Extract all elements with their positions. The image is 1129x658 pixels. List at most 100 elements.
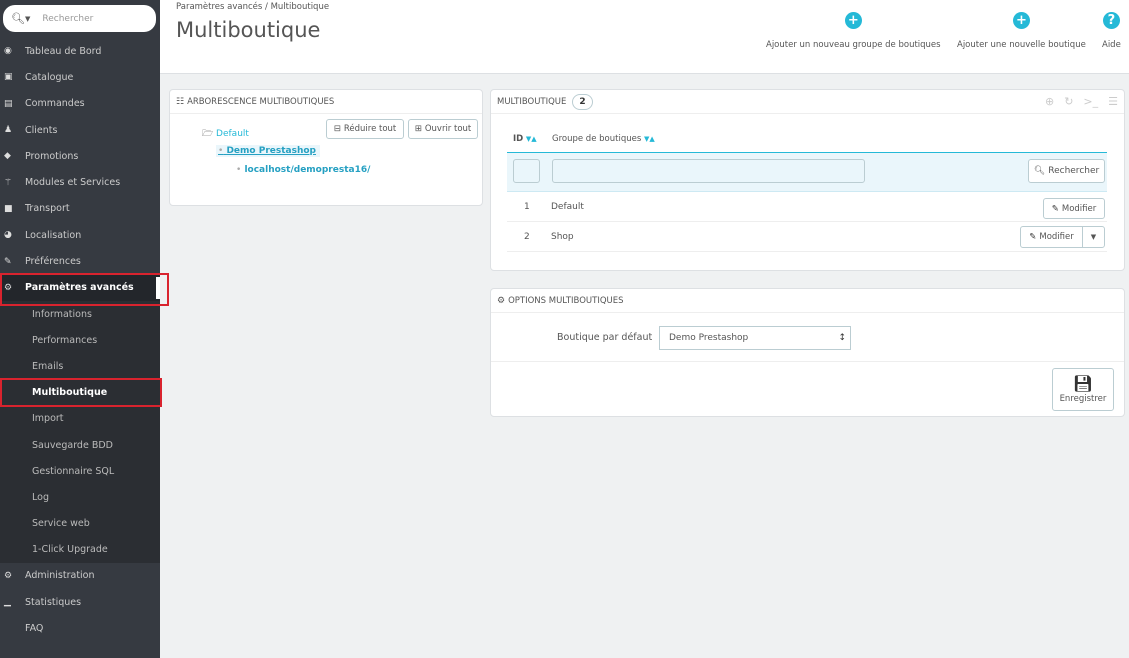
sidebar-item-localization[interactable]: ◕ Localisation: [0, 222, 160, 248]
pencil-icon: ✎: [1051, 203, 1059, 214]
sidebar-item-administration[interactable]: ⚙ Administration: [0, 563, 160, 589]
highlight-advanced-parameters: [0, 273, 169, 306]
help-button[interactable]: ? Aide: [1102, 12, 1121, 50]
sort-arrows-icon[interactable]: ▼▲: [526, 135, 537, 143]
tree-node-shop[interactable]: • Demo Prestashop: [216, 145, 320, 157]
table-row: 1 Default: [507, 192, 1107, 222]
sidebar-item-label: Modules et Services: [25, 177, 121, 189]
caret-down-icon[interactable]: ▼: [25, 15, 30, 23]
sidebar-submenu: Informations Performances Emails Multibo…: [0, 300, 160, 563]
add-shop-label: Ajouter une nouvelle boutique: [957, 40, 1086, 50]
panel-title: OPTIONS MULTIBOUTIQUES: [508, 295, 624, 306]
promotions-icon: ◆: [4, 151, 11, 162]
page-header: Paramètres avancés / Multiboutique Multi…: [160, 0, 1129, 74]
search-button-label: Rechercher: [1048, 166, 1100, 176]
shop-tree-panel: ☷ ARBORESCENCE MULTIBOUTIQUES ⊟ Réduire …: [169, 89, 483, 206]
terminal-icon[interactable]: >_: [1083, 95, 1098, 108]
sidebar-item-statistics[interactable]: ▁ Statistiques: [0, 589, 160, 615]
edit-button-label: Modifier: [1039, 232, 1074, 242]
preferences-icon: ✎: [4, 256, 12, 267]
sidebar-item-customers[interactable]: ♟ Clients: [0, 117, 160, 143]
table-row: 2 Shop: [507, 222, 1107, 252]
default-shop-label: Boutique par défaut: [557, 332, 653, 343]
edit-button[interactable]: ✎ Modifier: [1020, 226, 1083, 248]
search-icon[interactable]: 🔍︎: [11, 12, 25, 25]
panel-toolbar: ⊕ ↻ >_ ☰: [1045, 95, 1118, 108]
panel-heading: ⚙ OPTIONS MULTIBOUTIQUES: [491, 289, 1124, 313]
sidebar-item-label: Administration: [25, 570, 95, 582]
caret-down-icon: ▼: [1090, 233, 1097, 241]
expand-all-button[interactable]: ⊞ Ouvrir tout: [408, 119, 478, 139]
catalog-icon: ▣: [4, 72, 13, 83]
submenu-item-emails[interactable]: Emails: [0, 353, 160, 379]
submenu-item-performances[interactable]: Performances: [0, 327, 160, 353]
panel-title: MULTIBOUTIQUE: [497, 96, 567, 107]
page-title: Multiboutique: [176, 18, 321, 42]
sort-arrows-icon[interactable]: ▼▲: [644, 135, 655, 143]
add-shop-button[interactable]: + Ajouter une nouvelle boutique: [957, 12, 1086, 50]
collapse-all-button[interactable]: ⊟ Réduire tout: [326, 119, 404, 139]
filter-id-input[interactable]: [513, 159, 540, 183]
submenu-item-log[interactable]: Log: [0, 484, 160, 510]
sidebar-item-modules[interactable]: ⚚ Modules et Services: [0, 169, 160, 195]
submenu-item-sql-manager[interactable]: Gestionnaire SQL: [0, 458, 160, 484]
dropdown-toggle-button[interactable]: ▼: [1082, 226, 1105, 248]
add-shop-group-button[interactable]: + Ajouter un nouveau groupe de boutiques: [766, 12, 941, 50]
bullet-icon: •: [218, 146, 224, 156]
plus-square-icon: ⊞: [414, 124, 422, 134]
tree-node-group[interactable]: 🗁︎ Default: [202, 126, 249, 142]
sidebar-item-label: Promotions: [25, 150, 79, 162]
tree-node-url[interactable]: • localhost/demopresta16/: [236, 165, 370, 175]
admin-icon: ⚙: [4, 570, 13, 581]
pencil-icon: ✎: [1029, 232, 1037, 242]
tree-node-group-label: Default: [216, 129, 249, 139]
count-badge: 2: [572, 93, 593, 110]
sitemap-icon: ☷: [176, 96, 185, 107]
sidebar-item-preferences[interactable]: ✎ Préférences: [0, 248, 160, 274]
sidebar-item-label: Commandes: [25, 98, 85, 110]
default-shop-select[interactable]: Demo Prestashop ↕: [659, 326, 851, 350]
database-icon[interactable]: ☰: [1108, 95, 1118, 108]
cell-id: 2: [524, 231, 530, 242]
sidebar-item-label: Statistiques: [25, 596, 82, 608]
default-shop-value: Demo Prestashop: [669, 333, 749, 343]
submenu-item-import[interactable]: Import: [0, 406, 160, 432]
add-icon[interactable]: ⊕: [1045, 95, 1054, 108]
submenu-item-1-click-upgrade[interactable]: 1-Click Upgrade: [0, 537, 160, 563]
search-input[interactable]: [42, 13, 133, 24]
submenu-item-webservice[interactable]: Service web: [0, 510, 160, 536]
sidebar-item-catalog[interactable]: ▣ Catalogue: [0, 64, 160, 90]
multishop-list-panel: MULTIBOUTIQUE 2 ⊕ ↻ >_ ☰ ID ▼▲ Groupe de…: [490, 89, 1125, 271]
panel-title: ARBORESCENCE MULTIBOUTIQUES: [187, 96, 335, 107]
sidebar-item-transport[interactable]: ■ Transport: [0, 196, 160, 222]
sidebar-item-orders[interactable]: ▤ Commandes: [0, 91, 160, 117]
sidebar-item-label: Transport: [25, 203, 70, 215]
column-header-group-label: Groupe de boutiques: [552, 134, 642, 144]
column-header-id-label: ID: [513, 134, 524, 144]
plus-circle-icon: +: [1012, 12, 1030, 29]
sidebar-item-faq[interactable]: FAQ: [0, 615, 160, 641]
sidebar-item-label: Localisation: [25, 229, 82, 241]
search-button[interactable]: 🔍︎ Rechercher: [1028, 159, 1105, 183]
column-header-group[interactable]: Groupe de boutiques ▼▲: [552, 134, 655, 144]
sidebar-menu: ◉ Tableau de Bord ▣ Catalogue ▤ Commandes ♟…: [0, 38, 160, 642]
edit-button[interactable]: ✎ Modifier: [1043, 198, 1105, 219]
panel-footer-divider: [491, 361, 1124, 362]
submenu-item-backup[interactable]: Sauvegarde BDD: [0, 432, 160, 458]
search-box[interactable]: 🔍︎ ▼: [3, 5, 156, 32]
minus-square-icon: ⊟: [333, 124, 341, 134]
panel-heading: MULTIBOUTIQUE 2: [491, 90, 1124, 114]
edit-button-label: Modifier: [1061, 203, 1097, 214]
refresh-icon[interactable]: ↻: [1064, 95, 1073, 108]
orders-icon: ▤: [4, 98, 13, 109]
filter-group-input[interactable]: [552, 159, 865, 183]
highlight-multiboutique: [0, 378, 162, 407]
bullet-icon: •: [236, 165, 242, 175]
panel-heading: ☷ ARBORESCENCE MULTIBOUTIQUES: [170, 90, 482, 114]
save-button[interactable]: 💾︎ Enregistrer: [1052, 368, 1114, 411]
sidebar-item-dashboard[interactable]: ◉ Tableau de Bord: [0, 38, 160, 64]
add-shop-group-label: Ajouter un nouveau groupe de boutiques: [766, 40, 941, 50]
collapse-all-label: Réduire tout: [343, 124, 397, 134]
column-header-id[interactable]: ID ▼▲: [513, 134, 537, 144]
sidebar-item-promotions[interactable]: ◆ Promotions: [0, 143, 160, 169]
